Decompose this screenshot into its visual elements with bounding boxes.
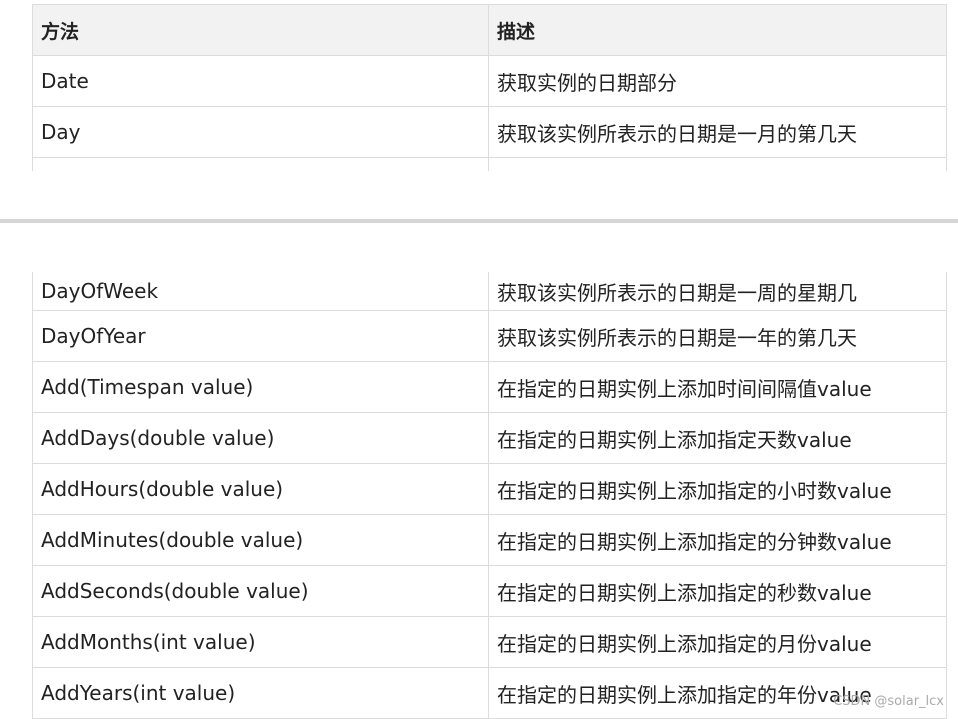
description-cell: 在指定的日期实例上添加时间间隔值value [488, 361, 947, 413]
empty-cell [32, 157, 489, 171]
table-row: DayOfWeek 获取该实例所表示的日期是一周的星期几 [32, 272, 947, 311]
description-cell: 获取该实例所表示的日期是一周的星期几 [488, 272, 947, 311]
method-cell: AddHours(double value) [32, 463, 489, 515]
table-row: Add(Timespan value) 在指定的日期实例上添加时间间隔值valu… [32, 361, 947, 413]
header-method: 方法 [32, 4, 489, 56]
table-row: AddDays(double value) 在指定的日期实例上添加指定天数val… [32, 412, 947, 464]
table-row: AddSeconds(double value) 在指定的日期实例上添加指定的秒… [32, 565, 947, 617]
table-row: Day 获取该实例所表示的日期是一月的第几天 [32, 106, 947, 158]
description-cell: 获取该实例所表示的日期是一月的第几天 [488, 106, 947, 158]
method-cell: AddMinutes(double value) [32, 514, 489, 566]
table-row-partial [32, 157, 947, 171]
method-cell: AddDays(double value) [32, 412, 489, 464]
method-cell: Day [32, 106, 489, 158]
table-row: AddMinutes(double value) 在指定的日期实例上添加指定的分… [32, 514, 947, 566]
empty-cell [488, 157, 947, 171]
watermark: CSDN @solar_lcx [833, 694, 944, 709]
table-row: DayOfYear 获取该实例所表示的日期是一年的第几天 [32, 310, 947, 362]
method-cell: DayOfYear [32, 310, 489, 362]
description-cell: 在指定的日期实例上添加指定的月份value [488, 616, 947, 668]
method-cell: AddYears(int value) [32, 667, 489, 719]
methods-table-bottom: DayOfWeek 获取该实例所表示的日期是一周的星期几 DayOfYear 获… [32, 272, 947, 719]
description-cell: 在指定的日期实例上添加指定的小时数value [488, 463, 947, 515]
header-description: 描述 [488, 4, 947, 56]
section-divider [0, 219, 958, 223]
table-row: AddMonths(int value) 在指定的日期实例上添加指定的月份val… [32, 616, 947, 668]
table-row: Date 获取实例的日期部分 [32, 55, 947, 107]
description-cell: 在指定的日期实例上添加指定天数value [488, 412, 947, 464]
method-cell: Date [32, 55, 489, 107]
description-cell: 在指定的日期实例上添加指定的秒数value [488, 565, 947, 617]
description-cell: 获取该实例所表示的日期是一年的第几天 [488, 310, 947, 362]
method-cell: DayOfWeek [32, 272, 489, 311]
description-cell: 在指定的日期实例上添加指定的年份value [488, 667, 947, 719]
table-header-row: 方法 描述 [32, 4, 947, 56]
method-cell: AddSeconds(double value) [32, 565, 489, 617]
method-cell: AddMonths(int value) [32, 616, 489, 668]
methods-table-top: 方法 描述 Date 获取实例的日期部分 Day 获取该实例所表示的日期是一月的… [32, 4, 947, 171]
description-cell: 获取实例的日期部分 [488, 55, 947, 107]
description-cell: 在指定的日期实例上添加指定的分钟数value [488, 514, 947, 566]
table-row: AddHours(double value) 在指定的日期实例上添加指定的小时数… [32, 463, 947, 515]
table-row: AddYears(int value) 在指定的日期实例上添加指定的年份valu… [32, 667, 947, 719]
method-cell: Add(Timespan value) [32, 361, 489, 413]
